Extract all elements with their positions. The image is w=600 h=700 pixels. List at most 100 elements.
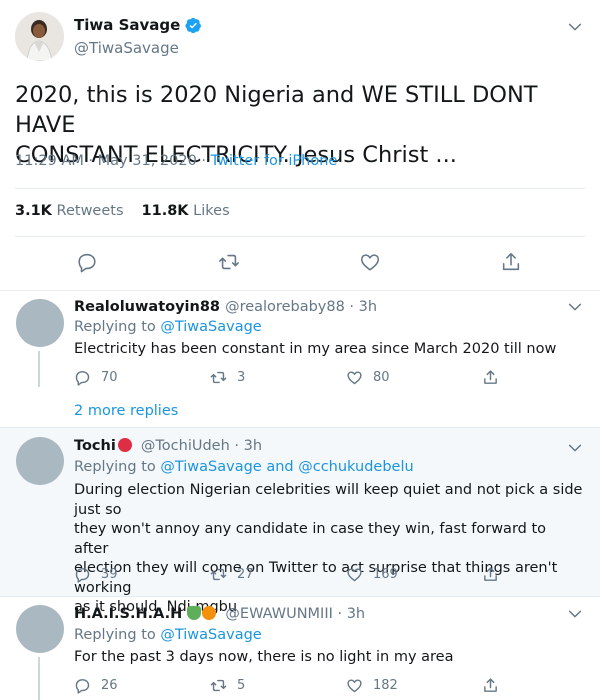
reply-count-group[interactable]: 39 <box>74 566 118 583</box>
reply-actions: 26 5 182 <box>74 677 514 697</box>
reply-author-handle[interactable]: @EWAWUNMIII · 3h <box>225 606 365 622</box>
retweets-count: 3.1K <box>15 203 52 219</box>
reply-author-handle[interactable]: @TochiUdeh · 3h <box>141 438 262 454</box>
reply-author[interactable]: Realoluwatoyin88 @realorebaby88 · 3h <box>74 299 377 315</box>
like-icon[interactable] <box>346 566 363 583</box>
verified-badge-icon <box>185 17 202 33</box>
tweet-source-link[interactable]: Twitter for iPhone <box>211 153 338 169</box>
like-count: 80 <box>373 370 390 385</box>
reply-actions: 39 27 169 <box>74 566 514 586</box>
reply-author-name[interactable]: Realoluwatoyin88 <box>74 299 220 315</box>
likes-stat[interactable]: 11.8K Likes <box>142 203 230 219</box>
thread-line <box>38 351 40 387</box>
like-count: 182 <box>373 678 398 693</box>
avatar[interactable] <box>15 12 64 61</box>
retweet-count: 27 <box>237 567 254 582</box>
retweet-icon[interactable] <box>210 677 227 694</box>
like-count-group[interactable]: 169 <box>346 566 398 583</box>
reply-tweet[interactable]: Tochi @TochiUdeh · 3h Replying to @TiwaS… <box>0 428 600 615</box>
retweet-icon[interactable] <box>210 566 227 583</box>
like-icon[interactable] <box>346 369 363 386</box>
replying-to: Replying to @TiwaSavage <box>74 627 262 643</box>
retweet-icon[interactable] <box>210 369 227 386</box>
red-circle-emoji-icon <box>117 438 132 452</box>
share-icon[interactable] <box>482 566 499 583</box>
replying-to-prefix: Replying to <box>74 319 156 335</box>
divider <box>15 236 585 237</box>
retweets-stat[interactable]: 3.1K Retweets <box>15 203 124 219</box>
reply-count: 39 <box>101 567 118 582</box>
reply-text: Electricity has been constant in my area… <box>74 341 557 357</box>
reply-count: 26 <box>101 678 118 693</box>
divider <box>15 188 585 189</box>
reply-text-line: they won't annoy any candidate in case t… <box>74 521 547 557</box>
lollipop-emoji-icon <box>202 606 217 620</box>
likes-label: Likes <box>193 203 230 219</box>
author-handle[interactable]: @TiwaSavage <box>74 39 179 57</box>
tweet-timestamp[interactable]: 11:29 AM · May 31, 2020 · <box>15 153 206 169</box>
share-group[interactable] <box>482 677 499 694</box>
reply-author-handle[interactable]: @realorebaby88 · 3h <box>225 299 377 315</box>
more-replies-link[interactable]: 2 more replies <box>74 403 178 419</box>
share-icon[interactable] <box>482 677 499 694</box>
reply-tweet[interactable]: H.A.I.S.H.A.H @EWAWUNMIII · 3h Replying … <box>0 597 600 700</box>
reply-count-group[interactable]: 70 <box>74 369 118 386</box>
retweet-icon[interactable] <box>218 251 240 273</box>
avatar[interactable] <box>16 605 64 653</box>
reply-author[interactable]: Tochi @TochiUdeh · 3h <box>74 438 262 454</box>
reply-icon[interactable] <box>74 566 91 583</box>
thread-line <box>38 657 40 700</box>
like-icon[interactable] <box>359 251 381 273</box>
share-group[interactable] <box>482 369 499 386</box>
reply-text-line: During election Nigerian celebrities wil… <box>74 482 583 518</box>
chevron-down-icon[interactable] <box>567 606 583 622</box>
retweet-count: 3 <box>237 370 246 385</box>
reply-count-group[interactable]: 26 <box>74 677 118 694</box>
retweet-count: 5 <box>237 678 246 693</box>
replying-to-link[interactable]: @TiwaSavage <box>160 319 261 335</box>
share-icon[interactable] <box>482 369 499 386</box>
reply-icon[interactable] <box>76 251 98 273</box>
like-count-group[interactable]: 182 <box>346 677 398 694</box>
main-tweet: Tiwa Savage @TiwaSavage 2020, this is 20… <box>0 0 600 291</box>
author-name-text[interactable]: Tiwa Savage <box>74 16 180 34</box>
reply-icon[interactable] <box>74 677 91 694</box>
reply-actions: 70 3 80 <box>74 369 514 389</box>
tweet-text-line: 2020, this is 2020 Nigeria and WE STILL … <box>15 82 538 138</box>
replying-to: Replying to @TiwaSavage and @cchukudebel… <box>74 459 414 475</box>
chevron-down-icon[interactable] <box>567 299 583 315</box>
replying-to-link[interactable]: @cchukudebelu <box>298 459 413 475</box>
reply-count: 70 <box>101 370 118 385</box>
engagement-counts: 3.1K Retweets 11.8K Likes <box>15 203 230 219</box>
chevron-down-icon[interactable] <box>567 440 583 456</box>
retweet-count-group[interactable]: 5 <box>210 677 245 694</box>
author-name[interactable]: Tiwa Savage <box>74 16 202 34</box>
avatar[interactable] <box>16 437 64 485</box>
avatar[interactable] <box>16 299 64 347</box>
like-count-group[interactable]: 80 <box>346 369 390 386</box>
reply-author-name[interactable]: H.A.I.S.H.A.H <box>74 606 182 622</box>
reply-author-name[interactable]: Tochi <box>74 438 116 454</box>
like-count: 169 <box>373 567 398 582</box>
retweet-count-group[interactable]: 3 <box>210 369 245 386</box>
tweet-actions <box>0 245 600 281</box>
likes-count: 11.8K <box>141 203 189 219</box>
avatar-photo-icon <box>15 12 64 61</box>
retweet-count-group[interactable]: 27 <box>210 566 254 583</box>
replying-to-and: and <box>266 459 294 475</box>
replying-to-link[interactable]: @TiwaSavage <box>160 459 261 475</box>
replying-to-link[interactable]: @TiwaSavage <box>160 627 261 643</box>
retweets-label: Retweets <box>56 203 124 219</box>
tweet-meta: 11:29 AM · May 31, 2020 · Twitter for iP… <box>15 153 337 169</box>
reply-icon[interactable] <box>74 369 91 386</box>
like-icon[interactable] <box>346 677 363 694</box>
reply-text: For the past 3 days now, there is no lig… <box>74 649 454 665</box>
reply-author[interactable]: H.A.I.S.H.A.H @EWAWUNMIII · 3h <box>74 606 365 622</box>
share-group[interactable] <box>482 566 499 583</box>
share-icon[interactable] <box>500 251 522 273</box>
replying-to-prefix: Replying to <box>74 627 156 643</box>
mermaid-emoji-icon <box>187 606 202 620</box>
replying-to: Replying to @TiwaSavage <box>74 319 262 335</box>
chevron-down-icon[interactable] <box>567 19 583 35</box>
reply-tweet[interactable]: Realoluwatoyin88 @realorebaby88 · 3h Rep… <box>0 291 600 427</box>
